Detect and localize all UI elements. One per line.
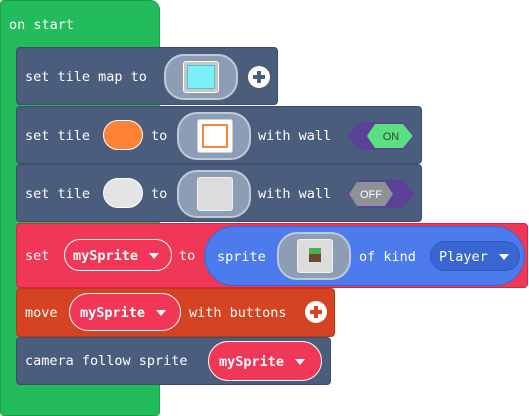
to-label: to <box>151 128 168 144</box>
sprite-thumbnail <box>297 239 333 273</box>
with-wall-label: with wall <box>258 128 332 144</box>
tilemap-thumbnail <box>183 61 219 93</box>
set-tile-label: set tile <box>25 186 91 202</box>
sprite-of-kind-block[interactable]: sprite of kind Player <box>204 226 525 286</box>
kind-name: Player <box>439 249 488 265</box>
move-label: move <box>25 305 58 321</box>
set-tile-wall-off-block[interactable]: set tile to with wall OFF <box>16 164 422 222</box>
tile-thumbnail <box>197 119 233 153</box>
tile-picker[interactable] <box>177 112 251 160</box>
sprite-label: sprite <box>217 249 266 265</box>
kind-dropdown[interactable]: Player <box>430 241 520 271</box>
tile-thumbnail <box>197 177 233 211</box>
caret-down-icon <box>295 359 305 365</box>
wall-toggle-off-text: OFF <box>360 189 382 201</box>
variable-name: mySprite <box>73 248 139 264</box>
caret-down-icon <box>149 253 159 259</box>
tilemap-picker[interactable] <box>164 54 238 100</box>
with-wall-label: with wall <box>258 186 332 202</box>
to-label: to <box>179 248 196 264</box>
variable-name: mySprite <box>219 354 285 370</box>
caret-down-icon <box>156 310 166 316</box>
variable-name: mySprite <box>80 305 146 321</box>
set-tile-map-label: set tile map to <box>25 69 147 85</box>
set-label: set <box>25 248 50 264</box>
plus-icon[interactable] <box>305 301 327 323</box>
plus-icon[interactable] <box>248 66 270 88</box>
wall-toggle-on-text: ON <box>383 131 400 143</box>
set-tile-wall-on-block[interactable]: set tile to with wall ON <box>16 106 422 164</box>
tile-picker[interactable] <box>177 170 251 218</box>
camera-follow-label: camera follow sprite <box>25 353 188 369</box>
wall-toggle-on[interactable]: ON <box>347 122 415 150</box>
sprite-image-picker[interactable] <box>277 232 351 280</box>
to-label: to <box>151 186 168 202</box>
with-buttons-label: with buttons <box>189 305 287 321</box>
set-sprite-block[interactable]: set mySprite to sprite of kind Player <box>16 223 528 288</box>
variable-dropdown[interactable]: mySprite <box>208 341 322 381</box>
caret-down-icon <box>499 254 509 260</box>
on-start-label: on start <box>9 17 75 33</box>
variable-dropdown[interactable]: mySprite <box>69 293 181 331</box>
tile-color-swatch[interactable] <box>103 178 143 208</box>
of-kind-label: of kind <box>359 249 416 265</box>
move-with-buttons-block[interactable]: move mySprite with buttons <box>16 288 335 337</box>
set-tile-map-block[interactable]: set tile map to <box>16 47 278 105</box>
set-tile-label: set tile <box>25 128 91 144</box>
camera-follow-block[interactable]: camera follow sprite mySprite <box>16 337 331 385</box>
variable-dropdown[interactable]: mySprite <box>64 239 172 271</box>
tile-color-swatch[interactable] <box>103 120 143 150</box>
wall-toggle-off[interactable]: OFF <box>347 180 415 208</box>
